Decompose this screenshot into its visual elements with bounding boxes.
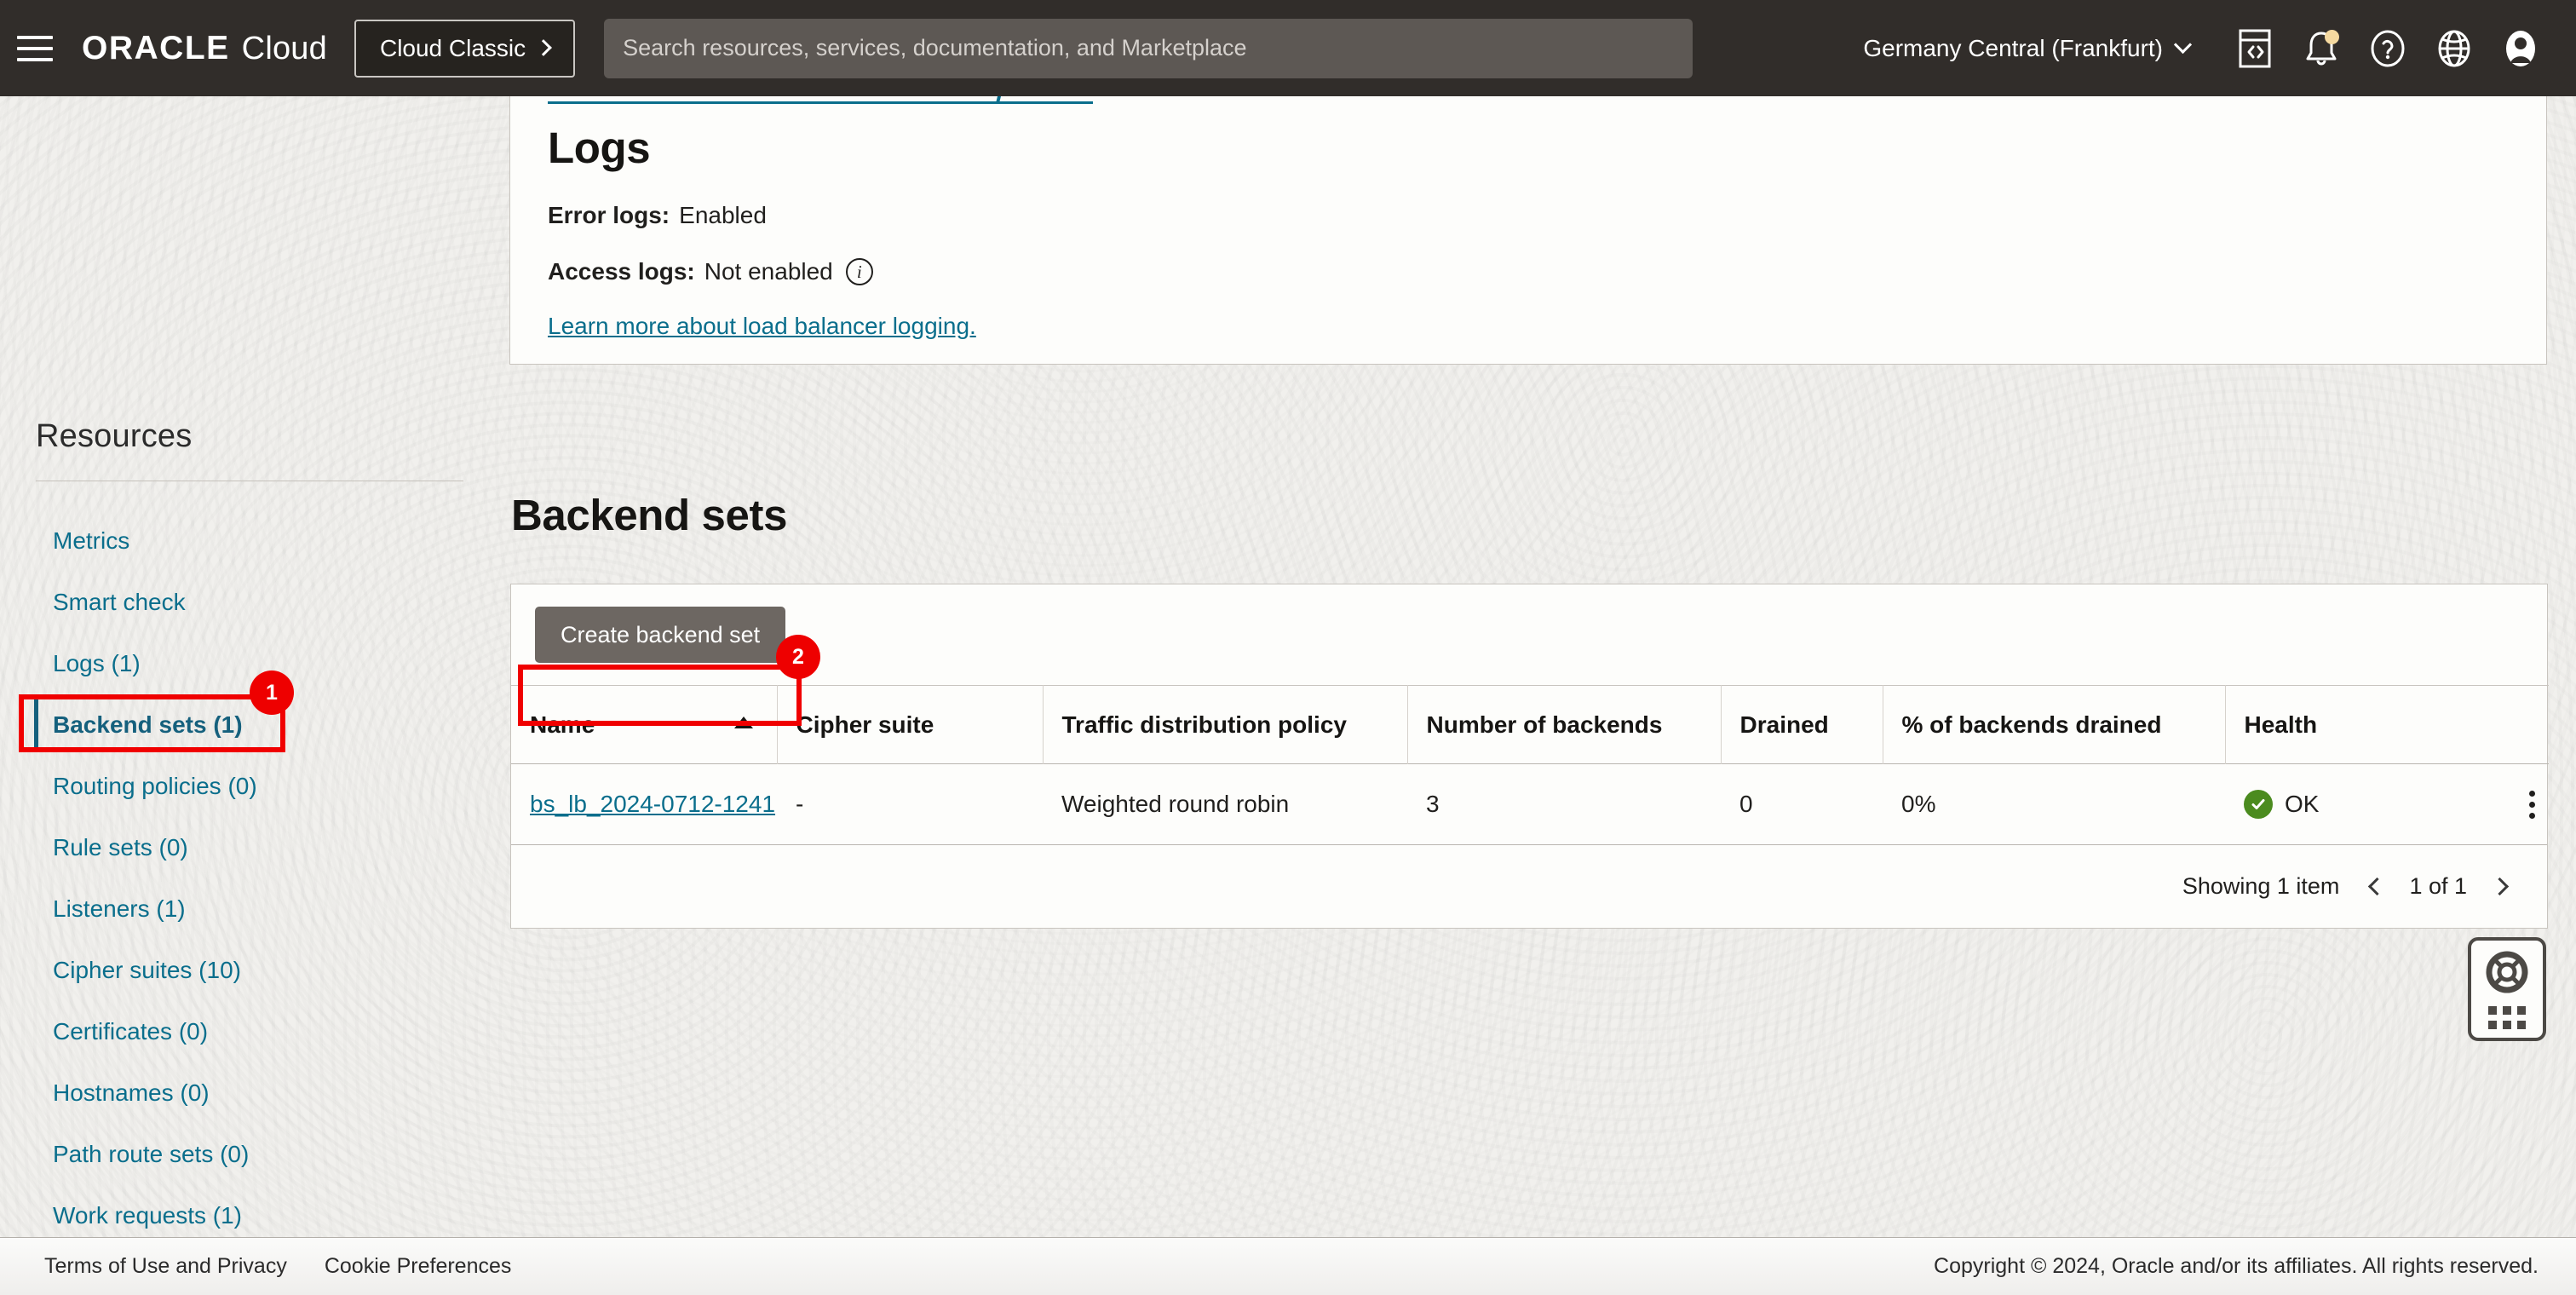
oracle-wordmark: ORACLE — [82, 29, 230, 66]
cloud-classic-label: Cloud Classic — [379, 34, 526, 61]
sidebar-item-hostnames[interactable]: Hostnames (0) — [0, 1062, 509, 1124]
sidebar-item-label: Metrics — [53, 527, 130, 554]
sidebar-item-label: Hostnames (0) — [53, 1079, 210, 1106]
sidebar-item-label: Path route sets (0) — [53, 1141, 250, 1167]
access-logs-label: Access logs: — [548, 258, 695, 285]
sidebar-item-smart-check[interactable]: Smart check — [0, 572, 509, 633]
sidebar-item-certificates[interactable]: Certificates (0) — [0, 1001, 509, 1062]
hamburger-menu-icon[interactable] — [17, 30, 63, 67]
error-logs-value: Enabled — [679, 202, 767, 228]
cloud-wordmark: Cloud — [241, 30, 327, 66]
sidebar-item-label: Work requests (1) — [53, 1202, 242, 1229]
cookie-preferences-link[interactable]: Cookie Preferences — [325, 1254, 512, 1279]
column-label: Name — [530, 711, 595, 738]
annotation-badge-2: 2 — [776, 635, 820, 679]
global-search[interactable] — [604, 18, 1693, 78]
showing-count-label: Showing 1 item — [2182, 873, 2340, 899]
row-actions-menu-icon[interactable] — [2515, 790, 2549, 819]
column-header-traffic-policy[interactable]: Traffic distribution policy — [1043, 685, 1408, 764]
previous-page-icon[interactable] — [2360, 872, 2389, 901]
main-content: Logs Error logs: Enabled Access logs: No… — [509, 94, 2576, 1269]
page-indicator: 1 of 1 — [2409, 873, 2467, 899]
page-title: Backend sets — [511, 491, 788, 539]
error-logs-label: Error logs: — [548, 202, 670, 228]
cloud-classic-button[interactable]: Cloud Classic — [354, 19, 576, 78]
sidebar-item-label: Certificates (0) — [53, 1018, 209, 1045]
table-row: bs_lb_2024-0712-1241 - Weighted round ro… — [511, 763, 2549, 844]
region-selector[interactable]: Germany Central (Frankfurt) — [1863, 34, 2193, 62]
column-header-name[interactable]: Name — [511, 685, 778, 764]
health-ok-check-icon — [2244, 790, 2273, 819]
cell-traffic-policy: Weighted round robin — [1043, 763, 1407, 844]
sidebar-item-label: Smart check — [53, 589, 186, 615]
error-logs-row: Error logs: Enabled — [548, 202, 2509, 229]
cell-pct-drained: 0% — [1883, 763, 2225, 844]
sidebar-item-label: Rule sets (0) — [53, 834, 188, 860]
oracle-cloud-logo[interactable]: ORACLE Cloud — [82, 30, 327, 67]
sidebar-item-metrics[interactable]: Metrics — [0, 510, 509, 572]
footer-links: Terms of Use and Privacy Cookie Preferen… — [0, 1254, 511, 1279]
column-header-health[interactable]: Health — [2225, 685, 2549, 764]
table-pagination: Showing 1 item 1 of 1 — [511, 844, 2547, 928]
global-header: ORACLE Cloud Cloud Classic Germany Centr… — [0, 0, 2576, 96]
sidebar-item-label: Routing policies (0) — [53, 773, 257, 799]
status-badge: OK — [2285, 791, 2320, 817]
sidebar-item-path-route-sets[interactable]: Path route sets (0) — [0, 1124, 509, 1185]
chevron-down-icon — [2173, 35, 2193, 55]
sort-ascending-icon — [733, 716, 753, 728]
drag-grip-icon[interactable] — [2488, 1005, 2526, 1029]
sidebar-item-rule-sets[interactable]: Rule sets (0) — [0, 817, 509, 878]
sidebar-item-label: Cipher suites (10) — [53, 957, 241, 983]
cell-drained: 0 — [1721, 763, 1883, 844]
table-header-row: Name Cipher suite Traffic distribution p… — [511, 685, 2549, 764]
backend-sets-panel: Create backend set Name Cipher suite Tra… — [510, 584, 2549, 929]
sidebar-title: Resources — [36, 418, 193, 454]
notification-badge-dot — [2325, 29, 2339, 44]
user-avatar-icon[interactable] — [2487, 15, 2554, 82]
language-globe-icon[interactable] — [2421, 15, 2487, 82]
logs-heading: Logs — [548, 124, 651, 172]
next-page-icon[interactable] — [2487, 872, 2516, 901]
learn-more-link[interactable]: Learn more about load balancer logging. — [548, 313, 976, 340]
sidebar-item-label: Listeners (1) — [53, 895, 186, 922]
region-label: Germany Central (Frankfurt) — [1863, 34, 2163, 61]
search-input[interactable] — [604, 18, 1693, 78]
lifebuoy-icon[interactable] — [2485, 950, 2529, 999]
backend-sets-toolbar: Create backend set — [511, 584, 2547, 685]
column-header-drained[interactable]: Drained — [1721, 685, 1883, 764]
sidebar-item-listeners[interactable]: Listeners (1) — [0, 878, 509, 940]
logs-panel: Logs Error logs: Enabled Access logs: No… — [509, 94, 2547, 365]
copyright-text: Copyright © 2024, Oracle and/or its affi… — [1934, 1254, 2539, 1278]
annotation-badge-1: 1 — [250, 671, 294, 715]
code-editor-icon[interactable] — [2222, 15, 2288, 82]
info-circle-icon[interactable]: i — [845, 258, 873, 285]
backend-set-name-link[interactable]: bs_lb_2024-0712-1241 — [530, 791, 775, 817]
backend-sets-table: Name Cipher suite Traffic distribution p… — [511, 685, 2549, 844]
header-actions: Germany Central (Frankfurt) — [1863, 15, 2576, 82]
help-widget[interactable] — [2468, 937, 2546, 1041]
cell-number-of-backends: 3 — [1407, 763, 1721, 844]
sidebar-item-cipher-suites[interactable]: Cipher suites (10) — [0, 940, 509, 1001]
page-footer: Terms of Use and Privacy Cookie Preferen… — [0, 1237, 2576, 1295]
cell-name: bs_lb_2024-0712-1241 — [511, 763, 777, 844]
notifications-bell-icon[interactable] — [2288, 15, 2355, 82]
sidebar-item-label: Backend sets (1) — [53, 711, 243, 738]
cell-health: OK — [2225, 763, 2549, 844]
access-logs-row: Access logs: Not enabled i — [548, 258, 2509, 285]
create-backend-set-button[interactable]: Create backend set — [535, 607, 786, 663]
sidebar-list: Metrics Smart check Logs (1) Backend set… — [0, 510, 509, 1246]
column-header-pct-drained[interactable]: % of backends drained — [1883, 685, 2226, 764]
help-question-icon[interactable] — [2355, 15, 2421, 82]
terms-of-use-link[interactable]: Terms of Use and Privacy — [44, 1254, 287, 1279]
chevron-right-icon — [535, 38, 553, 56]
sidebar-item-routing-policies[interactable]: Routing policies (0) — [0, 756, 509, 817]
access-logs-value: Not enabled — [704, 258, 833, 285]
column-header-cipher-suite[interactable]: Cipher suite — [777, 685, 1044, 764]
sidebar-item-label: Logs (1) — [53, 650, 141, 676]
column-header-number-of-backends[interactable]: Number of backends — [1407, 685, 1722, 764]
cell-cipher-suite: - — [777, 763, 1043, 844]
